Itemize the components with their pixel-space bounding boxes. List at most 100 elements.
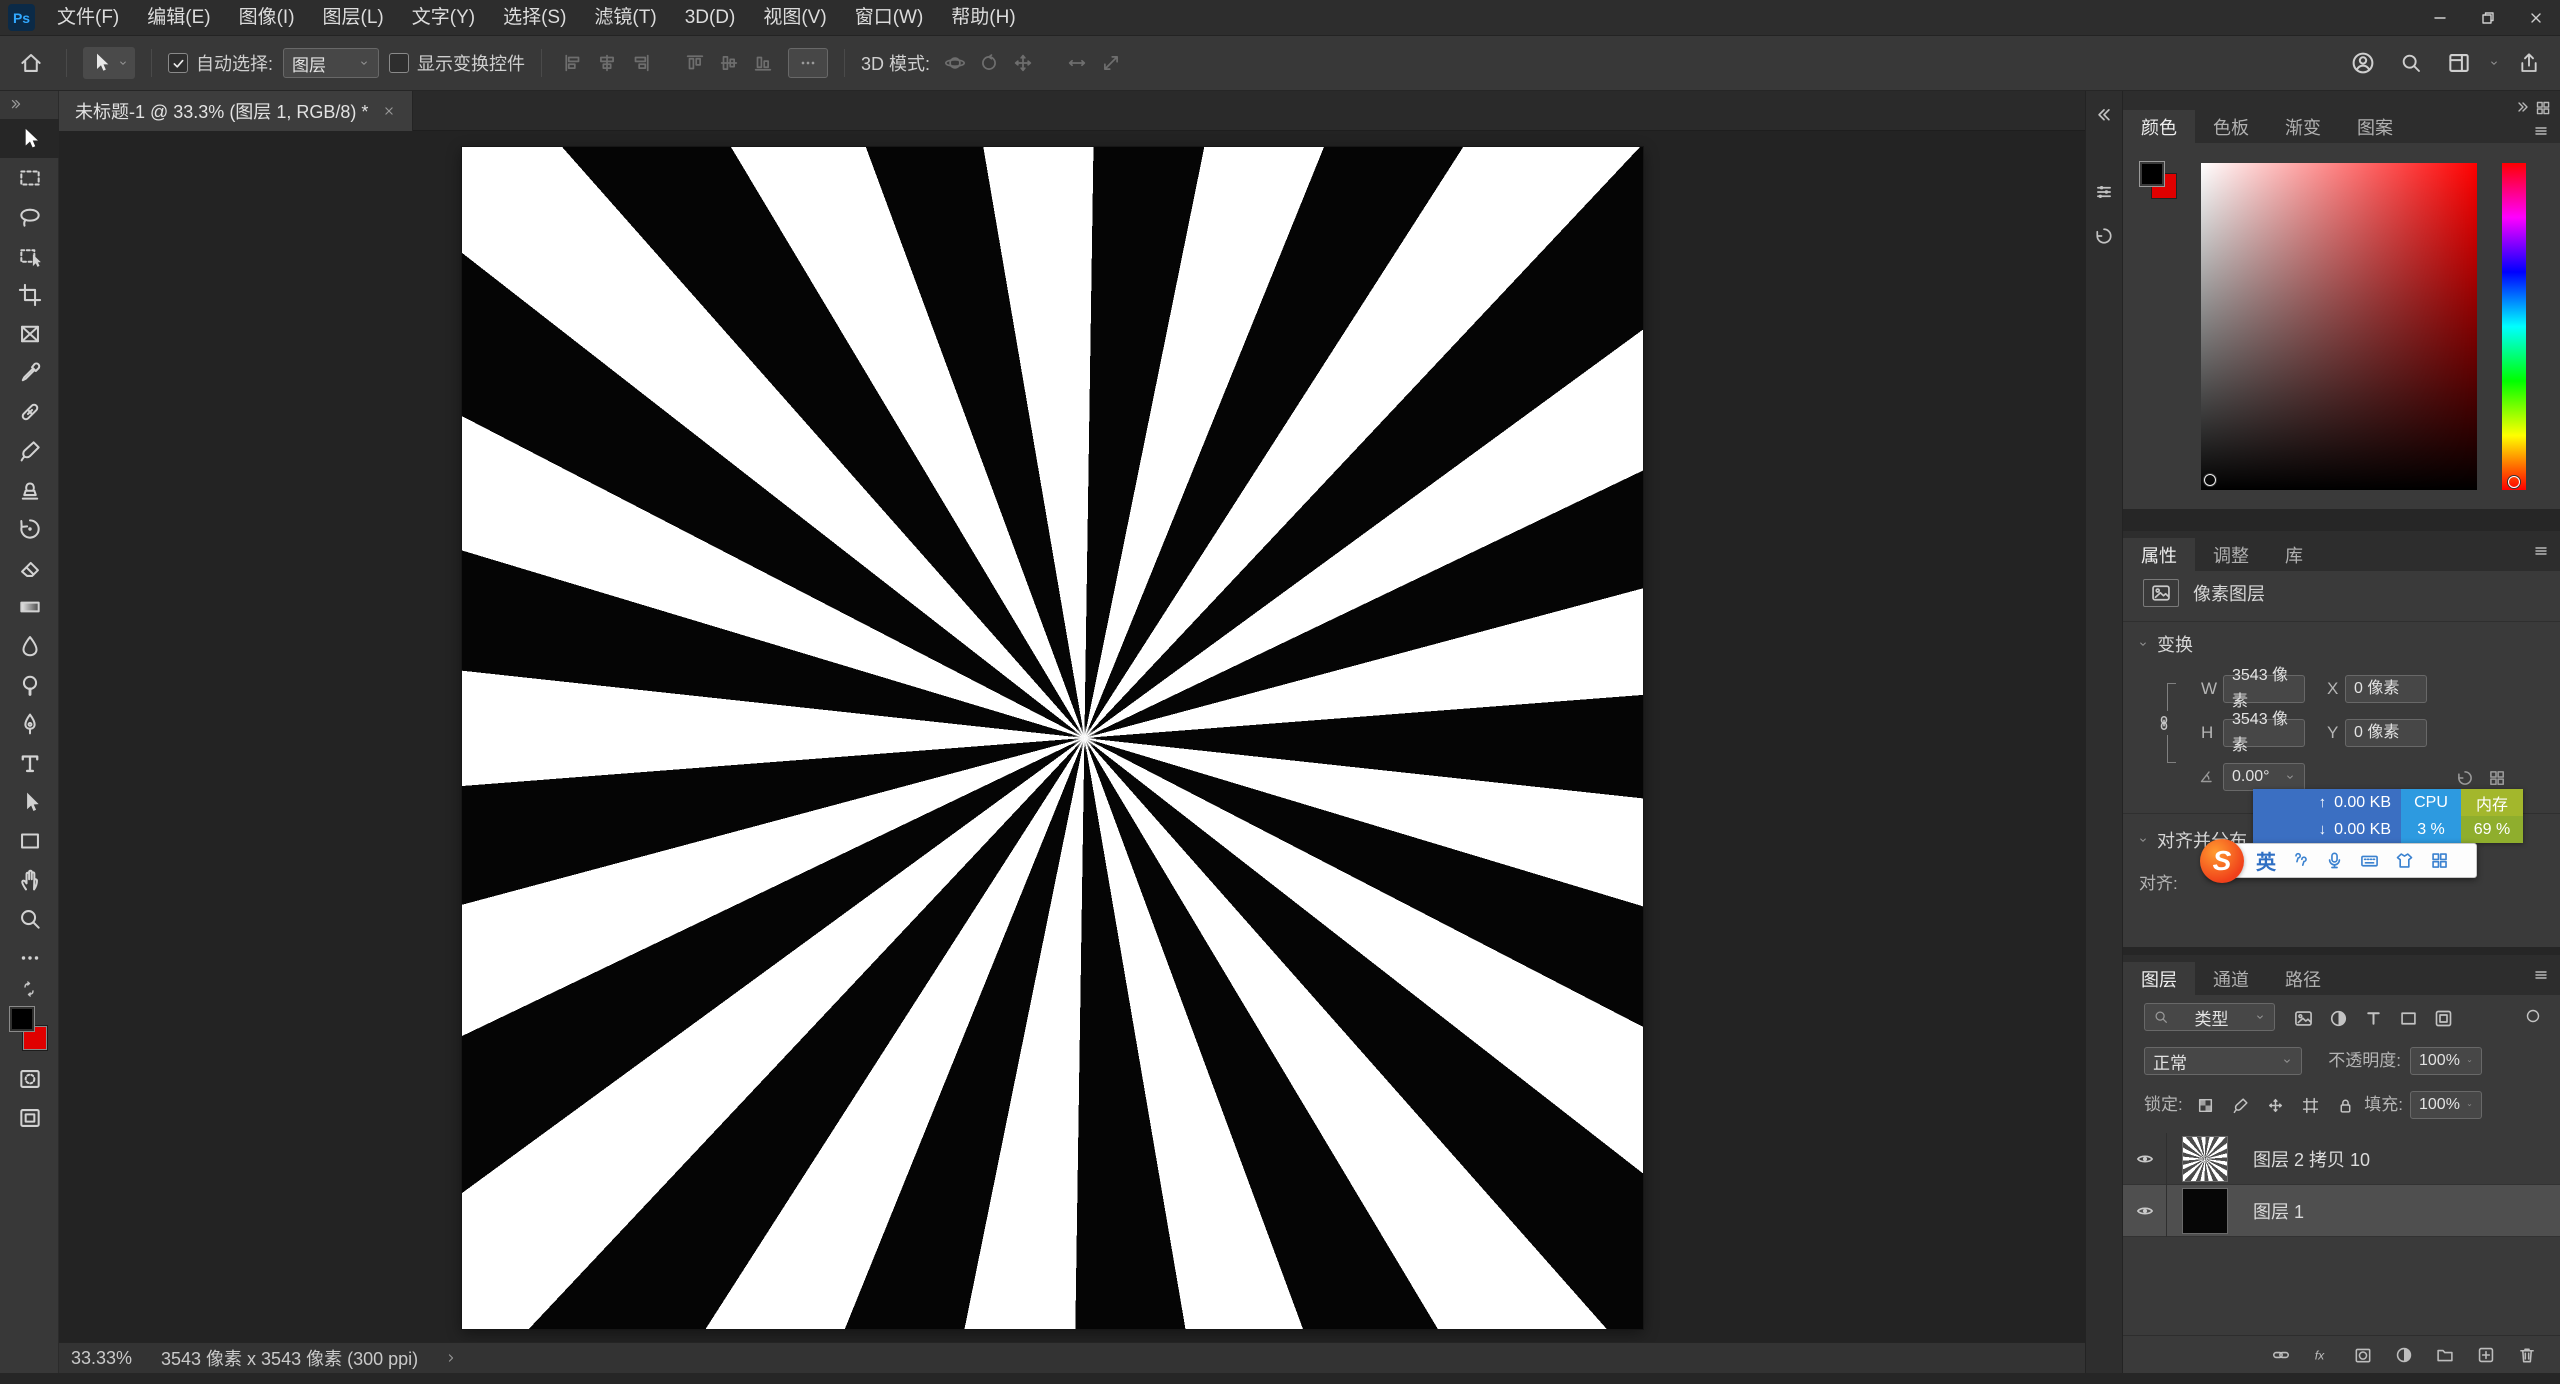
straighten-icon[interactable]: [2455, 768, 2475, 788]
hand-tool[interactable]: [0, 860, 59, 899]
chevron-down-icon[interactable]: [2488, 57, 2500, 69]
type-tool[interactable]: [0, 743, 59, 782]
collapse-panels-icon[interactable]: [2514, 99, 2532, 117]
rotation-field[interactable]: 0.00°: [2223, 763, 2305, 791]
edit-toolbar-button[interactable]: [0, 938, 59, 977]
layer-thumbnail[interactable]: [2183, 1189, 2227, 1233]
lasso-tool[interactable]: [0, 197, 59, 236]
screen-mode-button[interactable]: [0, 1098, 59, 1137]
layer-filter-dropdown[interactable]: 类型: [2144, 1003, 2275, 1031]
status-options-icon[interactable]: [444, 1351, 458, 1365]
tab-gradients[interactable]: 渐变: [2267, 110, 2339, 143]
align-bottom-icon[interactable]: [748, 49, 778, 77]
eraser-tool[interactable]: [0, 548, 59, 587]
pasteboard[interactable]: [59, 131, 2085, 1342]
layer-name[interactable]: 图层 1: [2253, 1198, 2304, 1224]
current-tool-indicator[interactable]: [83, 47, 135, 79]
eyedropper-tool[interactable]: [0, 353, 59, 392]
layer-thumbnail[interactable]: [2183, 1137, 2227, 1181]
color-panel-menu-icon[interactable]: [2532, 122, 2550, 140]
layer-name[interactable]: 图层 2 拷贝 10: [2253, 1146, 2370, 1172]
menu-item-image[interactable]: 图像(I): [225, 0, 309, 36]
frame-tool[interactable]: [0, 314, 59, 353]
history-brush-tool[interactable]: [0, 509, 59, 548]
crop-tool[interactable]: [0, 275, 59, 314]
menu-item-help[interactable]: 帮助(H): [937, 0, 1029, 36]
panel-color-swatches[interactable]: [2139, 161, 2183, 205]
lock-position-icon[interactable]: [2265, 1092, 2285, 1118]
close-document-icon[interactable]: [382, 104, 396, 118]
layer-row[interactable]: 图层 1: [2123, 1185, 2560, 1237]
layers-panel-menu-icon[interactable]: [2532, 966, 2550, 984]
filter-type-layers-icon[interactable]: [2361, 1004, 2385, 1032]
account-button[interactable]: [2344, 44, 2382, 82]
clone-stamp-tool[interactable]: [0, 470, 59, 509]
layer-visibility-toggle[interactable]: [2123, 1133, 2167, 1185]
opacity-field[interactable]: 100%: [2410, 1047, 2482, 1075]
history-panel-icon[interactable]: [2093, 225, 2115, 247]
saturation-brightness-field[interactable]: [2201, 163, 2477, 490]
menu-item-select[interactable]: 选择(S): [489, 0, 580, 36]
menu-item-edit[interactable]: 编辑(E): [133, 0, 224, 36]
lock-transparent-pixels-icon[interactable]: [2195, 1092, 2215, 1118]
document-tab[interactable]: 未标题-1 @ 33.3% (图层 1, RGB/8) *: [59, 91, 413, 131]
color-picker-marker[interactable]: [2204, 474, 2216, 486]
fill-field[interactable]: 100%: [2410, 1091, 2482, 1119]
foreground-color-swatch[interactable]: [9, 1006, 35, 1032]
zoom-level-field[interactable]: 33.33%: [71, 1348, 135, 1369]
delete-layer-icon[interactable]: [2516, 1343, 2538, 1367]
mic-icon[interactable]: [2324, 850, 2346, 872]
expand-toolbar-icon[interactable]: [8, 97, 24, 113]
keyboard-icon[interactable]: [2359, 850, 2381, 872]
skin-icon[interactable]: [2394, 850, 2416, 872]
properties-panel-icon[interactable]: [2093, 181, 2115, 203]
move-tool[interactable]: [0, 119, 59, 158]
align-top-icon[interactable]: [680, 49, 710, 77]
hue-slider-marker[interactable]: [2508, 476, 2520, 488]
y-field[interactable]: 0 像素: [2345, 719, 2427, 747]
swap-colors-icon[interactable]: [20, 980, 38, 998]
close-button[interactable]: [2512, 0, 2560, 35]
filter-smart-objects-icon[interactable]: [2431, 1004, 2455, 1032]
new-layer-icon[interactable]: [2475, 1343, 2497, 1367]
workspace-grid-icon[interactable]: [2534, 99, 2552, 117]
blend-mode-dropdown[interactable]: 正常: [2144, 1047, 2302, 1075]
workspace-button[interactable]: [2440, 44, 2478, 82]
dodge-tool[interactable]: [0, 665, 59, 704]
marquee-tool[interactable]: [0, 158, 59, 197]
tab-layers[interactable]: 图层: [2123, 962, 2195, 995]
photoshop-logo[interactable]: Ps: [8, 4, 35, 31]
align-middle-vertical-icon[interactable]: [714, 49, 744, 77]
layer-visibility-toggle[interactable]: [2123, 1185, 2167, 1237]
properties-panel-menu-icon[interactable]: [2532, 542, 2550, 560]
show-transform-checkbox[interactable]: 显示变换控件: [389, 50, 525, 76]
ime-mode-toggle[interactable]: 英: [2256, 846, 2276, 875]
toolbox-icon[interactable]: [2429, 850, 2451, 872]
rectangle-tool[interactable]: [0, 821, 59, 860]
filter-pixel-layers-icon[interactable]: [2291, 1004, 2315, 1032]
lock-artboard-icon[interactable]: [2300, 1092, 2320, 1118]
layer-style-icon[interactable]: fx: [2311, 1343, 2333, 1367]
reference-point-icon[interactable]: [2487, 768, 2507, 788]
menu-item-file[interactable]: 文件(F): [43, 0, 133, 36]
align-right-icon[interactable]: [626, 49, 656, 77]
tab-libraries[interactable]: 库: [2267, 538, 2321, 571]
3d-orbit-icon[interactable]: [940, 49, 970, 77]
libraries-panel-icon[interactable]: [2093, 269, 2115, 291]
adjustment-layer-icon[interactable]: [2393, 1343, 2415, 1367]
auto-select-target-dropdown[interactable]: 图层: [283, 48, 379, 78]
tab-color[interactable]: 颜色: [2123, 110, 2195, 143]
object-selection-tool[interactable]: [0, 236, 59, 275]
filter-shape-layers-icon[interactable]: [2396, 1004, 2420, 1032]
punctuation-icon[interactable]: [2289, 850, 2311, 872]
add-layer-mask-icon[interactable]: [2352, 1343, 2374, 1367]
auto-select-checkbox[interactable]: 自动选择:: [168, 50, 273, 76]
tab-patterns[interactable]: 图案: [2339, 110, 2411, 143]
minimize-button[interactable]: [2416, 0, 2464, 35]
tab-channels[interactable]: 通道: [2195, 962, 2267, 995]
tab-adjustments[interactable]: 调整: [2195, 538, 2267, 571]
new-group-icon[interactable]: [2434, 1343, 2456, 1367]
sogou-logo[interactable]: S: [2200, 839, 2244, 883]
filter-adjustment-layers-icon[interactable]: [2326, 1004, 2350, 1032]
link-layers-icon[interactable]: [2270, 1343, 2292, 1367]
